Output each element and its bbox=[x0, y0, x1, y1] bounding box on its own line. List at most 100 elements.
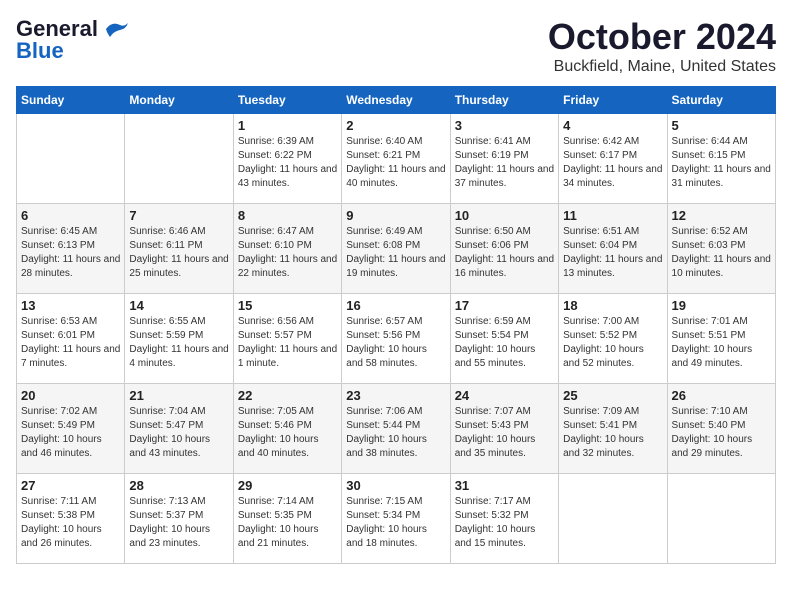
daylight-text: Daylight: 10 hours and 21 minutes. bbox=[238, 524, 319, 549]
calendar-cell: 30 Sunrise: 7:15 AM Sunset: 5:34 PM Dayl… bbox=[342, 474, 450, 564]
day-info: Sunrise: 7:17 AM Sunset: 5:32 PM Dayligh… bbox=[455, 495, 554, 551]
calendar-cell: 31 Sunrise: 7:17 AM Sunset: 5:32 PM Dayl… bbox=[450, 474, 558, 564]
day-info: Sunrise: 7:00 AM Sunset: 5:52 PM Dayligh… bbox=[563, 315, 662, 371]
calendar-cell: 12 Sunrise: 6:52 AM Sunset: 6:03 PM Dayl… bbox=[667, 204, 775, 294]
calendar-cell: 26 Sunrise: 7:10 AM Sunset: 5:40 PM Dayl… bbox=[667, 384, 775, 474]
day-number: 13 bbox=[21, 298, 120, 313]
calendar-cell bbox=[559, 474, 667, 564]
daylight-text: Daylight: 10 hours and 18 minutes. bbox=[346, 524, 427, 549]
weekday-header-monday: Monday bbox=[125, 87, 233, 114]
day-number: 4 bbox=[563, 118, 662, 133]
calendar-cell: 28 Sunrise: 7:13 AM Sunset: 5:37 PM Dayl… bbox=[125, 474, 233, 564]
sunrise-text: Sunrise: 6:56 AM bbox=[238, 316, 314, 327]
calendar-table: SundayMondayTuesdayWednesdayThursdayFrid… bbox=[16, 86, 776, 564]
calendar-cell: 14 Sunrise: 6:55 AM Sunset: 5:59 PM Dayl… bbox=[125, 294, 233, 384]
logo: General Blue bbox=[16, 16, 130, 64]
sunset-text: Sunset: 5:35 PM bbox=[238, 510, 312, 521]
day-number: 17 bbox=[455, 298, 554, 313]
calendar-cell: 8 Sunrise: 6:47 AM Sunset: 6:10 PM Dayli… bbox=[233, 204, 341, 294]
sunrise-text: Sunrise: 7:02 AM bbox=[21, 406, 97, 417]
day-number: 22 bbox=[238, 388, 337, 403]
calendar-cell: 18 Sunrise: 7:00 AM Sunset: 5:52 PM Dayl… bbox=[559, 294, 667, 384]
day-info: Sunrise: 6:44 AM Sunset: 6:15 PM Dayligh… bbox=[672, 135, 771, 191]
calendar-cell: 13 Sunrise: 6:53 AM Sunset: 6:01 PM Dayl… bbox=[17, 294, 125, 384]
day-info: Sunrise: 6:49 AM Sunset: 6:08 PM Dayligh… bbox=[346, 225, 445, 281]
sunset-text: Sunset: 5:59 PM bbox=[129, 330, 203, 341]
calendar-cell: 27 Sunrise: 7:11 AM Sunset: 5:38 PM Dayl… bbox=[17, 474, 125, 564]
day-info: Sunrise: 7:02 AM Sunset: 5:49 PM Dayligh… bbox=[21, 405, 120, 461]
day-number: 21 bbox=[129, 388, 228, 403]
sunset-text: Sunset: 5:44 PM bbox=[346, 420, 420, 431]
daylight-text: Daylight: 10 hours and 43 minutes. bbox=[129, 434, 210, 459]
daylight-text: Daylight: 11 hours and 25 minutes. bbox=[129, 254, 228, 279]
sunrise-text: Sunrise: 7:09 AM bbox=[563, 406, 639, 417]
calendar-cell: 2 Sunrise: 6:40 AM Sunset: 6:21 PM Dayli… bbox=[342, 114, 450, 204]
daylight-text: Daylight: 10 hours and 38 minutes. bbox=[346, 434, 427, 459]
sunrise-text: Sunrise: 6:52 AM bbox=[672, 226, 748, 237]
calendar-cell: 16 Sunrise: 6:57 AM Sunset: 5:56 PM Dayl… bbox=[342, 294, 450, 384]
sunset-text: Sunset: 5:32 PM bbox=[455, 510, 529, 521]
sunset-text: Sunset: 6:03 PM bbox=[672, 240, 746, 251]
day-info: Sunrise: 6:50 AM Sunset: 6:06 PM Dayligh… bbox=[455, 225, 554, 281]
daylight-text: Daylight: 10 hours and 26 minutes. bbox=[21, 524, 102, 549]
sunrise-text: Sunrise: 6:57 AM bbox=[346, 316, 422, 327]
day-info: Sunrise: 7:05 AM Sunset: 5:46 PM Dayligh… bbox=[238, 405, 337, 461]
day-number: 24 bbox=[455, 388, 554, 403]
sunset-text: Sunset: 5:46 PM bbox=[238, 420, 312, 431]
sunset-text: Sunset: 5:47 PM bbox=[129, 420, 203, 431]
calendar-week-row: 1 Sunrise: 6:39 AM Sunset: 6:22 PM Dayli… bbox=[17, 114, 776, 204]
sunrise-text: Sunrise: 6:39 AM bbox=[238, 136, 314, 147]
day-info: Sunrise: 6:39 AM Sunset: 6:22 PM Dayligh… bbox=[238, 135, 337, 191]
calendar-cell: 10 Sunrise: 6:50 AM Sunset: 6:06 PM Dayl… bbox=[450, 204, 558, 294]
day-number: 26 bbox=[672, 388, 771, 403]
daylight-text: Daylight: 11 hours and 16 minutes. bbox=[455, 254, 554, 279]
day-info: Sunrise: 6:46 AM Sunset: 6:11 PM Dayligh… bbox=[129, 225, 228, 281]
calendar-cell: 5 Sunrise: 6:44 AM Sunset: 6:15 PM Dayli… bbox=[667, 114, 775, 204]
calendar-cell: 17 Sunrise: 6:59 AM Sunset: 5:54 PM Dayl… bbox=[450, 294, 558, 384]
sunrise-text: Sunrise: 6:59 AM bbox=[455, 316, 531, 327]
calendar-cell: 1 Sunrise: 6:39 AM Sunset: 6:22 PM Dayli… bbox=[233, 114, 341, 204]
daylight-text: Daylight: 11 hours and 13 minutes. bbox=[563, 254, 662, 279]
sunset-text: Sunset: 5:34 PM bbox=[346, 510, 420, 521]
calendar-cell: 22 Sunrise: 7:05 AM Sunset: 5:46 PM Dayl… bbox=[233, 384, 341, 474]
calendar-week-row: 6 Sunrise: 6:45 AM Sunset: 6:13 PM Dayli… bbox=[17, 204, 776, 294]
sunrise-text: Sunrise: 7:05 AM bbox=[238, 406, 314, 417]
daylight-text: Daylight: 11 hours and 34 minutes. bbox=[563, 164, 662, 189]
day-info: Sunrise: 7:10 AM Sunset: 5:40 PM Dayligh… bbox=[672, 405, 771, 461]
day-info: Sunrise: 6:59 AM Sunset: 5:54 PM Dayligh… bbox=[455, 315, 554, 371]
day-number: 23 bbox=[346, 388, 445, 403]
day-info: Sunrise: 6:52 AM Sunset: 6:03 PM Dayligh… bbox=[672, 225, 771, 281]
day-number: 11 bbox=[563, 208, 662, 223]
sunrise-text: Sunrise: 6:53 AM bbox=[21, 316, 97, 327]
daylight-text: Daylight: 10 hours and 49 minutes. bbox=[672, 344, 753, 369]
sunset-text: Sunset: 5:41 PM bbox=[563, 420, 637, 431]
day-info: Sunrise: 6:40 AM Sunset: 6:21 PM Dayligh… bbox=[346, 135, 445, 191]
day-number: 2 bbox=[346, 118, 445, 133]
day-info: Sunrise: 7:11 AM Sunset: 5:38 PM Dayligh… bbox=[21, 495, 120, 551]
calendar-cell: 9 Sunrise: 6:49 AM Sunset: 6:08 PM Dayli… bbox=[342, 204, 450, 294]
day-info: Sunrise: 6:45 AM Sunset: 6:13 PM Dayligh… bbox=[21, 225, 120, 281]
calendar-cell: 20 Sunrise: 7:02 AM Sunset: 5:49 PM Dayl… bbox=[17, 384, 125, 474]
day-number: 31 bbox=[455, 478, 554, 493]
daylight-text: Daylight: 11 hours and 4 minutes. bbox=[129, 344, 228, 369]
day-info: Sunrise: 7:07 AM Sunset: 5:43 PM Dayligh… bbox=[455, 405, 554, 461]
day-number: 10 bbox=[455, 208, 554, 223]
logo-blue-text: Blue bbox=[16, 38, 64, 64]
sunrise-text: Sunrise: 7:00 AM bbox=[563, 316, 639, 327]
calendar-cell: 15 Sunrise: 6:56 AM Sunset: 5:57 PM Dayl… bbox=[233, 294, 341, 384]
daylight-text: Daylight: 10 hours and 15 minutes. bbox=[455, 524, 536, 549]
day-number: 27 bbox=[21, 478, 120, 493]
daylight-text: Daylight: 10 hours and 46 minutes. bbox=[21, 434, 102, 459]
calendar-cell: 4 Sunrise: 6:42 AM Sunset: 6:17 PM Dayli… bbox=[559, 114, 667, 204]
sunset-text: Sunset: 6:04 PM bbox=[563, 240, 637, 251]
sunrise-text: Sunrise: 6:49 AM bbox=[346, 226, 422, 237]
sunset-text: Sunset: 6:21 PM bbox=[346, 150, 420, 161]
sunrise-text: Sunrise: 7:15 AM bbox=[346, 496, 422, 507]
daylight-text: Daylight: 10 hours and 35 minutes. bbox=[455, 434, 536, 459]
sunrise-text: Sunrise: 7:10 AM bbox=[672, 406, 748, 417]
day-number: 15 bbox=[238, 298, 337, 313]
sunrise-text: Sunrise: 6:46 AM bbox=[129, 226, 205, 237]
day-number: 29 bbox=[238, 478, 337, 493]
sunset-text: Sunset: 5:52 PM bbox=[563, 330, 637, 341]
day-info: Sunrise: 7:06 AM Sunset: 5:44 PM Dayligh… bbox=[346, 405, 445, 461]
